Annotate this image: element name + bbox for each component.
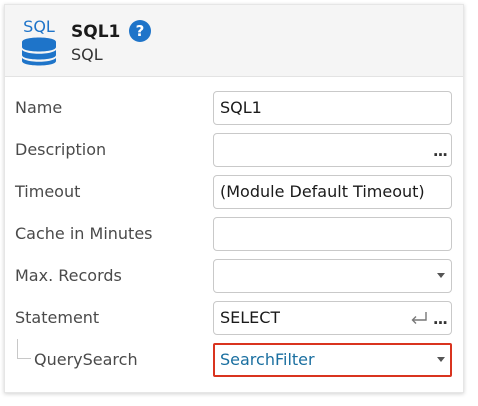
property-row-statement: Statement SELECT ... <box>5 297 463 339</box>
sql-database-icon: SQL <box>22 17 56 66</box>
name-input[interactable]: SQL1 <box>213 91 452 125</box>
description-ellipsis-button[interactable]: ... <box>433 134 448 166</box>
description-input[interactable]: ... <box>213 133 452 167</box>
svg-text:SQL: SQL <box>23 17 55 36</box>
chevron-down-icon[interactable] <box>437 273 445 278</box>
query-search-value: SearchFilter <box>220 350 315 369</box>
property-label: QuerySearch <box>34 350 138 369</box>
help-icon[interactable]: ? <box>129 20 151 42</box>
element-type: SQL <box>71 45 103 64</box>
statement-input[interactable]: SELECT ... <box>213 301 452 335</box>
property-label: Cache in Minutes <box>15 224 153 243</box>
property-label: Timeout <box>15 182 81 201</box>
timeout-value: (Module Default Timeout) <box>220 182 425 201</box>
property-label: Statement <box>15 308 100 327</box>
cache-minutes-input[interactable] <box>213 217 452 251</box>
property-row-query-search: QuerySearch SearchFilter <box>5 339 463 381</box>
query-search-dropdown[interactable]: SearchFilter <box>213 343 452 377</box>
property-label: Description <box>15 140 107 159</box>
element-title: SQL1 <box>71 22 121 42</box>
name-value: SQL1 <box>220 98 262 117</box>
max-records-dropdown[interactable] <box>213 259 452 293</box>
property-row-max-records: Max. Records <box>5 255 463 297</box>
property-label: Max. Records <box>15 266 122 285</box>
property-label: Name <box>15 98 63 117</box>
property-row-name: Name SQL1 <box>5 87 463 129</box>
property-row-cache: Cache in Minutes <box>5 213 463 255</box>
panel-header: SQL SQL1 ? SQL <box>5 5 463 77</box>
enter-icon <box>411 312 427 324</box>
statement-value: SELECT <box>220 308 281 327</box>
statement-ellipsis-button[interactable]: ... <box>433 302 448 334</box>
property-row-timeout: Timeout (Module Default Timeout) <box>5 171 463 213</box>
tree-connector <box>17 339 31 359</box>
timeout-input[interactable]: (Module Default Timeout) <box>213 175 452 209</box>
chevron-down-icon[interactable] <box>437 357 445 362</box>
properties-panel: SQL SQL1 ? SQL Name SQL1 Description ...… <box>4 4 464 393</box>
property-row-description: Description ... <box>5 129 463 171</box>
